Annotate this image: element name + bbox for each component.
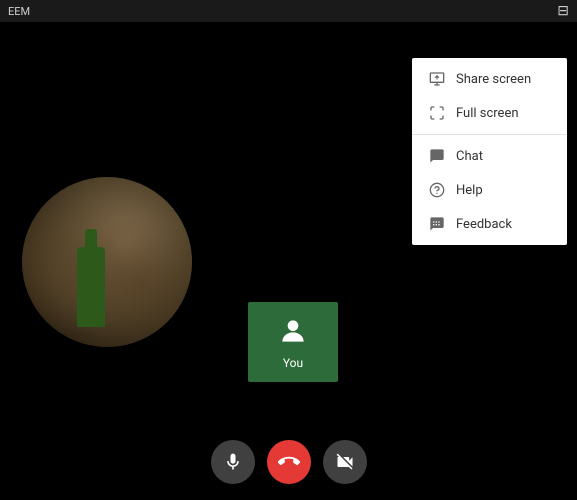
menu-item-feedback[interactable]: Feedback [412, 207, 567, 241]
chat-label: Chat [456, 149, 483, 164]
share-screen-label: Share screen [456, 72, 531, 87]
full-screen-icon [428, 104, 446, 122]
avatar-image [22, 177, 192, 347]
bottom-controls [0, 440, 577, 484]
full-screen-label: Full screen [456, 106, 519, 121]
feedback-icon [428, 215, 446, 233]
chat-icon [428, 147, 446, 165]
video-off-button[interactable] [323, 440, 367, 484]
share-screen-icon [428, 70, 446, 88]
app-title: EEM [8, 5, 30, 18]
you-tile: You [248, 302, 338, 382]
avatar-bottle [77, 247, 105, 327]
menu-item-share-screen[interactable]: Share screen [412, 62, 567, 96]
mic-button[interactable] [211, 440, 255, 484]
help-label: Help [456, 183, 483, 198]
menu-item-help[interactable]: Help [412, 173, 567, 207]
menu-divider-1 [412, 134, 567, 135]
menu-item-full-screen[interactable]: Full screen [412, 96, 567, 130]
main-video-area: You Share screen Full screen [0, 22, 577, 500]
menu-item-chat[interactable]: Chat [412, 139, 567, 173]
person-icon [277, 315, 309, 354]
title-bar: EEM ⊟ [0, 0, 577, 22]
context-menu: Share screen Full screen Chat [412, 58, 567, 245]
minimize-icon[interactable]: ⊟ [557, 3, 569, 19]
avatar-background [22, 187, 192, 347]
you-label: You [283, 356, 303, 370]
end-call-button[interactable] [267, 440, 311, 484]
feedback-label: Feedback [456, 217, 512, 232]
caller-avatar [22, 177, 192, 347]
help-icon [428, 181, 446, 199]
